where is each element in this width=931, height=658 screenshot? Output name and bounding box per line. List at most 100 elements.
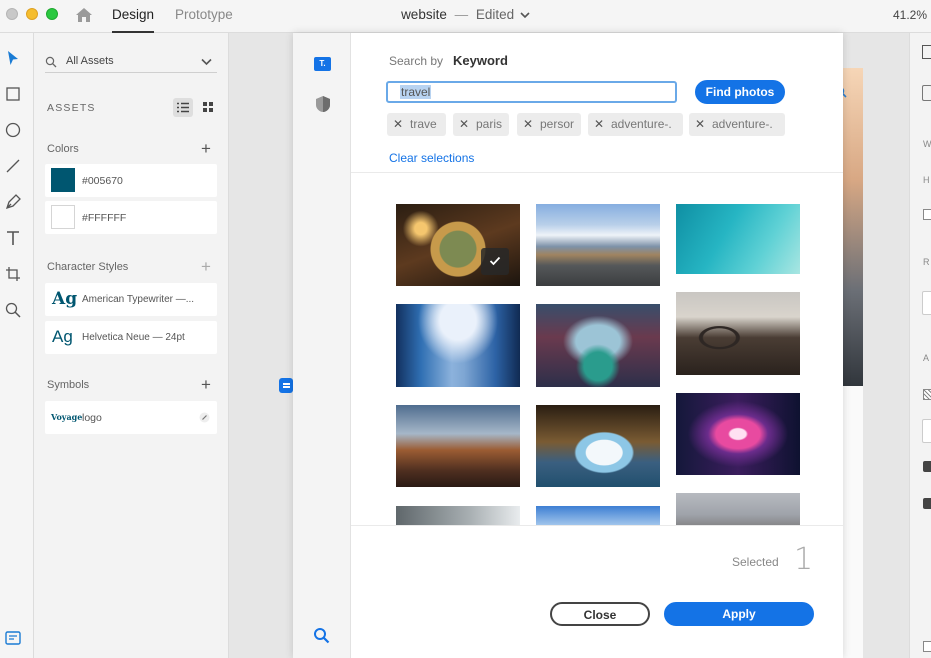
remove-chip-icon[interactable]: ✕ bbox=[695, 113, 705, 136]
photo-partial[interactable] bbox=[396, 506, 520, 525]
grid-view-icon[interactable] bbox=[203, 102, 213, 112]
keyword-search-input[interactable]: travel bbox=[386, 81, 677, 103]
add-color-button[interactable]: + bbox=[201, 140, 211, 157]
pen-tool-icon[interactable] bbox=[4, 193, 22, 211]
window-minimize-button[interactable] bbox=[26, 8, 38, 20]
title-separator: — bbox=[454, 7, 469, 22]
remove-chip-icon[interactable]: ✕ bbox=[393, 113, 403, 136]
character-style-sample: Ag bbox=[52, 289, 78, 309]
character-style-item[interactable]: Ag Helvetica Neue — 24pt bbox=[45, 321, 217, 354]
property-inspector: W H R A bbox=[909, 33, 931, 658]
search-mode-selector[interactable]: Keyword bbox=[453, 53, 508, 68]
line-tool-icon[interactable] bbox=[4, 157, 22, 175]
photo-turquoise-sea[interactable] bbox=[676, 204, 800, 274]
assets-panel: All Assets ASSETS Colors + #005670 #FFFF… bbox=[34, 33, 229, 658]
photo-tuk-tuk[interactable] bbox=[536, 304, 660, 387]
color-swatch bbox=[51, 205, 75, 229]
inspector-icon[interactable] bbox=[922, 85, 931, 101]
inspector-field[interactable] bbox=[922, 419, 931, 443]
assets-filter-dropdown[interactable]: All Assets bbox=[45, 51, 217, 73]
character-styles-section-label: Character Styles bbox=[47, 261, 129, 273]
symbols-section-label: Symbols bbox=[47, 379, 90, 391]
list-view-toggle[interactable] bbox=[173, 98, 193, 117]
character-style-name: American Typewriter —... bbox=[82, 294, 195, 305]
tab-prototype[interactable]: Prototype bbox=[175, 0, 233, 33]
inspector-icon[interactable] bbox=[922, 45, 931, 59]
assets-filter-label: All Assets bbox=[66, 55, 114, 67]
inspector-field[interactable] bbox=[922, 291, 931, 315]
inspector-label-stub: H bbox=[923, 175, 930, 185]
text-tool-icon[interactable] bbox=[4, 229, 22, 247]
keyword-chip[interactable]: ✕ adventure-. bbox=[588, 113, 683, 136]
remove-chip-icon[interactable]: ✕ bbox=[523, 113, 533, 136]
inspector-checkbox-checked[interactable] bbox=[923, 461, 931, 472]
assets-panel-icon[interactable] bbox=[4, 629, 22, 647]
add-character-style-button[interactable]: + bbox=[201, 258, 211, 275]
link-icon bbox=[199, 412, 210, 423]
document-name: website bbox=[401, 7, 447, 22]
color-swatch-item[interactable]: #005670 bbox=[45, 164, 217, 197]
inspector-checkbox-checked[interactable] bbox=[923, 498, 931, 509]
remove-chip-icon[interactable]: ✕ bbox=[459, 113, 469, 136]
window-close-button[interactable] bbox=[6, 8, 18, 20]
search-by-label: Search by bbox=[389, 54, 444, 68]
photo-mountain-road[interactable] bbox=[536, 204, 660, 286]
keyword-chip[interactable]: ✕ persor bbox=[517, 113, 581, 136]
artboard-hero-image[interactable] bbox=[843, 68, 863, 386]
inspector-label-stub: W bbox=[923, 139, 931, 149]
checkmark-icon bbox=[489, 256, 501, 266]
zoom-tool-icon[interactable] bbox=[4, 301, 22, 319]
symbol-item[interactable]: Voyage logo bbox=[45, 401, 217, 434]
close-button[interactable]: Close bbox=[550, 602, 650, 626]
chip-label: adventure-. bbox=[611, 117, 672, 131]
photo-globe[interactable] bbox=[396, 204, 520, 286]
photo-balloons[interactable] bbox=[676, 493, 800, 525]
artboard-tool-icon[interactable] bbox=[4, 265, 22, 283]
document-status[interactable]: Edited bbox=[476, 7, 514, 22]
canvas-handle[interactable] bbox=[279, 378, 293, 393]
apply-button[interactable]: Apply bbox=[664, 602, 814, 626]
inspector-grid-icon[interactable] bbox=[923, 389, 931, 400]
character-style-item[interactable]: Ag American Typewriter —... bbox=[45, 283, 217, 316]
inspector-checkbox[interactable] bbox=[923, 641, 931, 652]
select-tool-icon[interactable] bbox=[4, 49, 22, 67]
add-symbol-button[interactable]: + bbox=[201, 376, 211, 393]
clear-selections-link[interactable]: Clear selections bbox=[389, 151, 474, 165]
find-photos-button[interactable]: Find photos bbox=[695, 80, 785, 104]
search-icon[interactable] bbox=[313, 627, 330, 644]
list-view-icon bbox=[177, 102, 189, 113]
photo-kyoto-street[interactable] bbox=[396, 405, 520, 487]
photo-car-dashboard[interactable] bbox=[676, 292, 800, 375]
keyword-chip[interactable]: ✕ paris bbox=[453, 113, 509, 136]
stock-plugin-icon[interactable]: T. bbox=[314, 57, 331, 71]
selected-count: 1 bbox=[794, 542, 814, 577]
photo-selected-check bbox=[481, 248, 509, 275]
search-header: Search by Keyword travel Find photos ✕ tr… bbox=[351, 33, 843, 173]
keyword-search-value: travel bbox=[400, 85, 432, 99]
artboard-content[interactable] bbox=[843, 386, 863, 658]
assets-header: ASSETS bbox=[47, 102, 96, 114]
color-hex-label: #FFFFFF bbox=[82, 212, 127, 224]
chevron-down-icon[interactable] bbox=[520, 11, 530, 19]
window-zoom-button[interactable] bbox=[46, 8, 58, 20]
keyword-chip[interactable]: ✕ trave bbox=[387, 113, 446, 136]
tab-design[interactable]: Design bbox=[112, 0, 155, 33]
photo-partial[interactable] bbox=[536, 506, 660, 525]
plugin-shield-icon[interactable] bbox=[314, 95, 332, 113]
ellipse-tool-icon[interactable] bbox=[4, 121, 22, 139]
photo-airplane-cabin[interactable] bbox=[396, 304, 520, 387]
color-swatch-item[interactable]: #FFFFFF bbox=[45, 201, 217, 234]
inspector-checkbox[interactable] bbox=[923, 209, 931, 220]
rectangle-tool-icon[interactable] bbox=[4, 85, 22, 103]
keyword-chip[interactable]: ✕ adventure-. bbox=[689, 113, 785, 136]
chevron-down-icon bbox=[201, 58, 212, 66]
tools-toolbar bbox=[0, 33, 34, 658]
zoom-level[interactable]: 41.2% bbox=[893, 0, 927, 30]
home-icon[interactable] bbox=[75, 7, 93, 23]
photo-light-trails[interactable] bbox=[676, 393, 800, 475]
inspector-label-stub: A bbox=[923, 353, 930, 363]
symbol-name: logo bbox=[82, 412, 102, 424]
remove-chip-icon[interactable]: ✕ bbox=[594, 113, 604, 136]
photo-sea-cave[interactable] bbox=[536, 405, 660, 487]
title-bar: Design Prototype website — Edited 41.2% bbox=[0, 0, 931, 33]
